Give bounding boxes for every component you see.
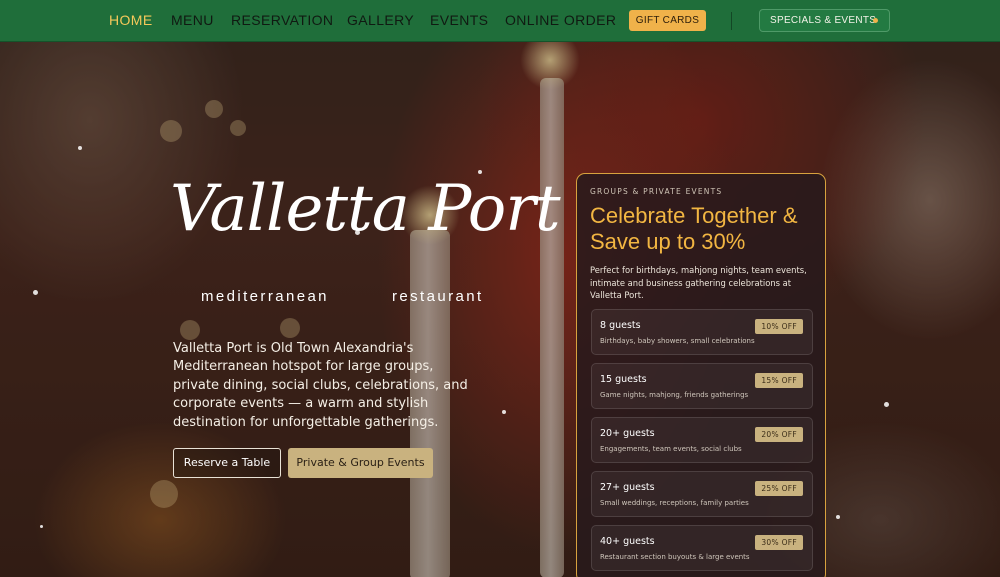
discount-tier: 40+ guests Restaurant section buyouts & … xyxy=(591,525,813,571)
tier-description: Restaurant section buyouts & large event… xyxy=(600,553,750,561)
tier-guests: 27+ guests xyxy=(600,482,655,493)
tier-description: Birthdays, baby showers, small celebrati… xyxy=(600,337,755,345)
nav-link-home[interactable]: HOME xyxy=(109,12,153,28)
promo-eyebrow: GROUPS & PRIVATE EVENTS xyxy=(590,187,723,196)
private-group-events-button[interactable]: Private & Group Events xyxy=(288,448,433,478)
discount-badge: 20% OFF xyxy=(755,427,803,442)
logo-subtitle-left: mediterranean xyxy=(201,288,329,305)
group-events-promo-card: GROUPS & PRIVATE EVENTS Celebrate Togeth… xyxy=(576,173,826,577)
hero-description: Valletta Port is Old Town Alexandria's M… xyxy=(173,341,468,430)
tier-guests: 20+ guests xyxy=(600,428,655,439)
promo-title: Celebrate Together & Save up to 30% xyxy=(590,203,798,254)
promo-body: Perfect for birthdays, mahjong nights, t… xyxy=(590,265,807,300)
tier-description: Game nights, mahjong, friends gatherings xyxy=(600,391,749,399)
nav-link-online-order[interactable]: ONLINE ORDER xyxy=(505,12,616,28)
discount-tier: 20+ guests Engagements, team events, soc… xyxy=(591,417,813,463)
top-nav: HOME MENU RESERVATION GALLERY EVENTS ONL… xyxy=(0,0,1000,42)
nav-link-reservation[interactable]: RESERVATION xyxy=(231,12,333,28)
snow-dot xyxy=(33,290,38,295)
discount-badge: 15% OFF xyxy=(755,373,803,388)
restaurant-logo: Valletta Port mediterranean restaurant xyxy=(170,172,561,322)
discount-tier: 15 guests Game nights, mahjong, friends … xyxy=(591,363,813,409)
reserve-table-button[interactable]: Reserve a Table xyxy=(173,448,281,478)
notification-dot-icon xyxy=(873,18,878,23)
snow-dot xyxy=(40,525,43,528)
tier-guests: 15 guests xyxy=(600,374,647,385)
snow-dot xyxy=(78,146,82,150)
discount-tier: 8 guests Birthdays, baby showers, small … xyxy=(591,309,813,355)
specials-events-label: SPECIALS & EVENTS xyxy=(770,15,877,26)
tier-description: Engagements, team events, social clubs xyxy=(600,445,742,453)
gift-cards-button[interactable]: GIFT CARDS xyxy=(629,10,706,31)
snow-dot xyxy=(502,410,506,414)
logo-subtitle-right: restaurant xyxy=(392,288,484,305)
nav-link-gallery[interactable]: GALLERY xyxy=(347,12,414,28)
tier-description: Small weddings, receptions, family parti… xyxy=(600,499,749,507)
tier-guests: 40+ guests xyxy=(600,536,655,547)
snow-dot xyxy=(884,402,889,407)
snow-dot xyxy=(836,515,840,519)
specials-events-button[interactable]: SPECIALS & EVENTS xyxy=(759,9,890,32)
discount-badge: 25% OFF xyxy=(755,481,803,496)
logo-script-text: Valletta Port xyxy=(170,172,561,246)
tier-guests: 8 guests xyxy=(600,320,641,331)
nav-link-menu[interactable]: MENU xyxy=(171,12,214,28)
nav-divider xyxy=(731,12,732,30)
discount-tier: 27+ guests Small weddings, receptions, f… xyxy=(591,471,813,517)
discount-badge: 30% OFF xyxy=(755,535,803,550)
nav-link-events[interactable]: EVENTS xyxy=(430,12,488,28)
discount-badge: 10% OFF xyxy=(755,319,803,334)
